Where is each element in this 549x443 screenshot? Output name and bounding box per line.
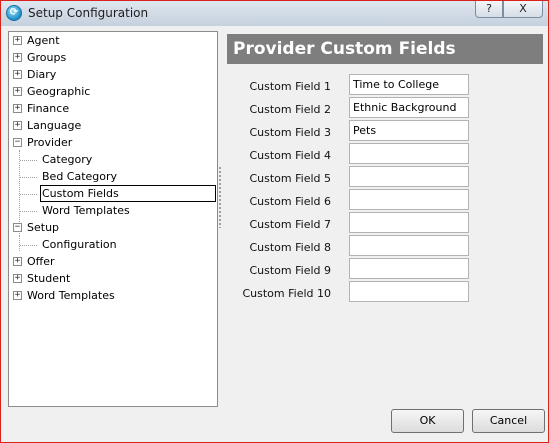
- tree-item-label: Groups: [27, 51, 67, 64]
- tree-item-label: Provider: [27, 136, 73, 149]
- tree-item-label: Category: [42, 153, 93, 166]
- close-button[interactable]: X: [503, 1, 543, 18]
- field-label: Custom Field 5: [249, 172, 331, 185]
- tree-item-label: Configuration: [42, 238, 117, 251]
- collapse-icon[interactable]: −: [13, 138, 22, 147]
- tree-item-word-templates[interactable]: Word Templates: [42, 203, 130, 219]
- custom-field-3-input[interactable]: [349, 120, 469, 141]
- tree-item-label: Diary: [27, 68, 57, 81]
- ok-button[interactable]: OK: [391, 409, 464, 433]
- field-label: Custom Field 8: [249, 241, 331, 254]
- expand-icon[interactable]: +: [13, 257, 22, 266]
- tree-item-label: Offer: [27, 255, 55, 268]
- window-title: Setup Configuration: [28, 6, 149, 20]
- tree-item-bed-category[interactable]: Bed Category: [42, 169, 117, 185]
- tree-item-configuration[interactable]: Configuration: [42, 237, 117, 253]
- expand-icon[interactable]: +: [13, 53, 22, 62]
- app-icon: ⟳: [6, 5, 22, 21]
- tree-item-category[interactable]: Category: [42, 152, 92, 168]
- field-label: Custom Field 4: [249, 149, 331, 162]
- expand-icon[interactable]: +: [13, 36, 22, 45]
- field-label: Custom Field 9: [249, 264, 331, 277]
- panel-title: Provider Custom Fields: [227, 34, 543, 64]
- tree-item-label: Student: [27, 272, 71, 285]
- tree-connector: [20, 194, 37, 195]
- setup-configuration-window: ⟳ Setup Configuration ? X + Agent + Grou…: [0, 0, 549, 443]
- custom-field-6-input[interactable]: [349, 189, 469, 210]
- tree-connector: [20, 245, 37, 246]
- field-label: Custom Field 1: [249, 80, 331, 93]
- tree-connector: [20, 177, 37, 178]
- custom-field-4-input[interactable]: [349, 143, 469, 164]
- collapse-icon[interactable]: −: [13, 223, 22, 232]
- custom-field-7-input[interactable]: [349, 212, 469, 233]
- expand-icon[interactable]: +: [13, 121, 22, 130]
- field-label: Custom Field 2: [249, 103, 331, 116]
- custom-field-10-input[interactable]: [349, 281, 469, 302]
- tree-connector: [20, 160, 37, 161]
- custom-field-1-input[interactable]: [349, 74, 469, 95]
- custom-field-2-input[interactable]: [349, 97, 469, 118]
- expand-icon[interactable]: +: [13, 274, 22, 283]
- custom-field-9-input[interactable]: [349, 258, 469, 279]
- tree-item-label: Agent: [27, 34, 60, 47]
- field-label: Custom Field 10: [242, 287, 331, 300]
- tree-item-custom-fields[interactable]: Custom Fields: [40, 185, 216, 202]
- tree-connector: [20, 211, 37, 212]
- title-bar: ⟳ Setup Configuration ? X: [1, 1, 548, 26]
- tree-item-label: Custom Fields: [40, 185, 216, 202]
- field-label: Custom Field 3: [249, 126, 331, 139]
- splitter-handle[interactable]: [218, 166, 222, 228]
- tree-item-label: Word Templates: [27, 289, 115, 302]
- expand-icon[interactable]: +: [13, 291, 22, 300]
- cancel-button[interactable]: Cancel: [472, 409, 545, 433]
- tree-item-label: Geographic: [27, 85, 91, 98]
- custom-fields-panel: Provider Custom Fields Custom Field 1 Cu…: [223, 31, 545, 405]
- expand-icon[interactable]: +: [13, 104, 22, 113]
- custom-field-8-input[interactable]: [349, 235, 469, 256]
- tree-item-label: Setup: [27, 221, 60, 234]
- help-button[interactable]: ?: [475, 1, 503, 18]
- tree-item-label: Bed Category: [42, 170, 118, 183]
- custom-field-5-input[interactable]: [349, 166, 469, 187]
- expand-icon[interactable]: +: [13, 70, 22, 79]
- expand-icon[interactable]: +: [13, 87, 22, 96]
- field-label: Custom Field 7: [249, 218, 331, 231]
- field-label: Custom Field 6: [249, 195, 331, 208]
- tree-item-label: Word Templates: [42, 204, 130, 217]
- tree-item-label: Language: [27, 119, 82, 132]
- settings-tree[interactable]: + Agent + Groups + Diary + Geographic + …: [8, 31, 218, 407]
- tree-item-label: Finance: [27, 102, 70, 115]
- tree-connector: [19, 235, 20, 251]
